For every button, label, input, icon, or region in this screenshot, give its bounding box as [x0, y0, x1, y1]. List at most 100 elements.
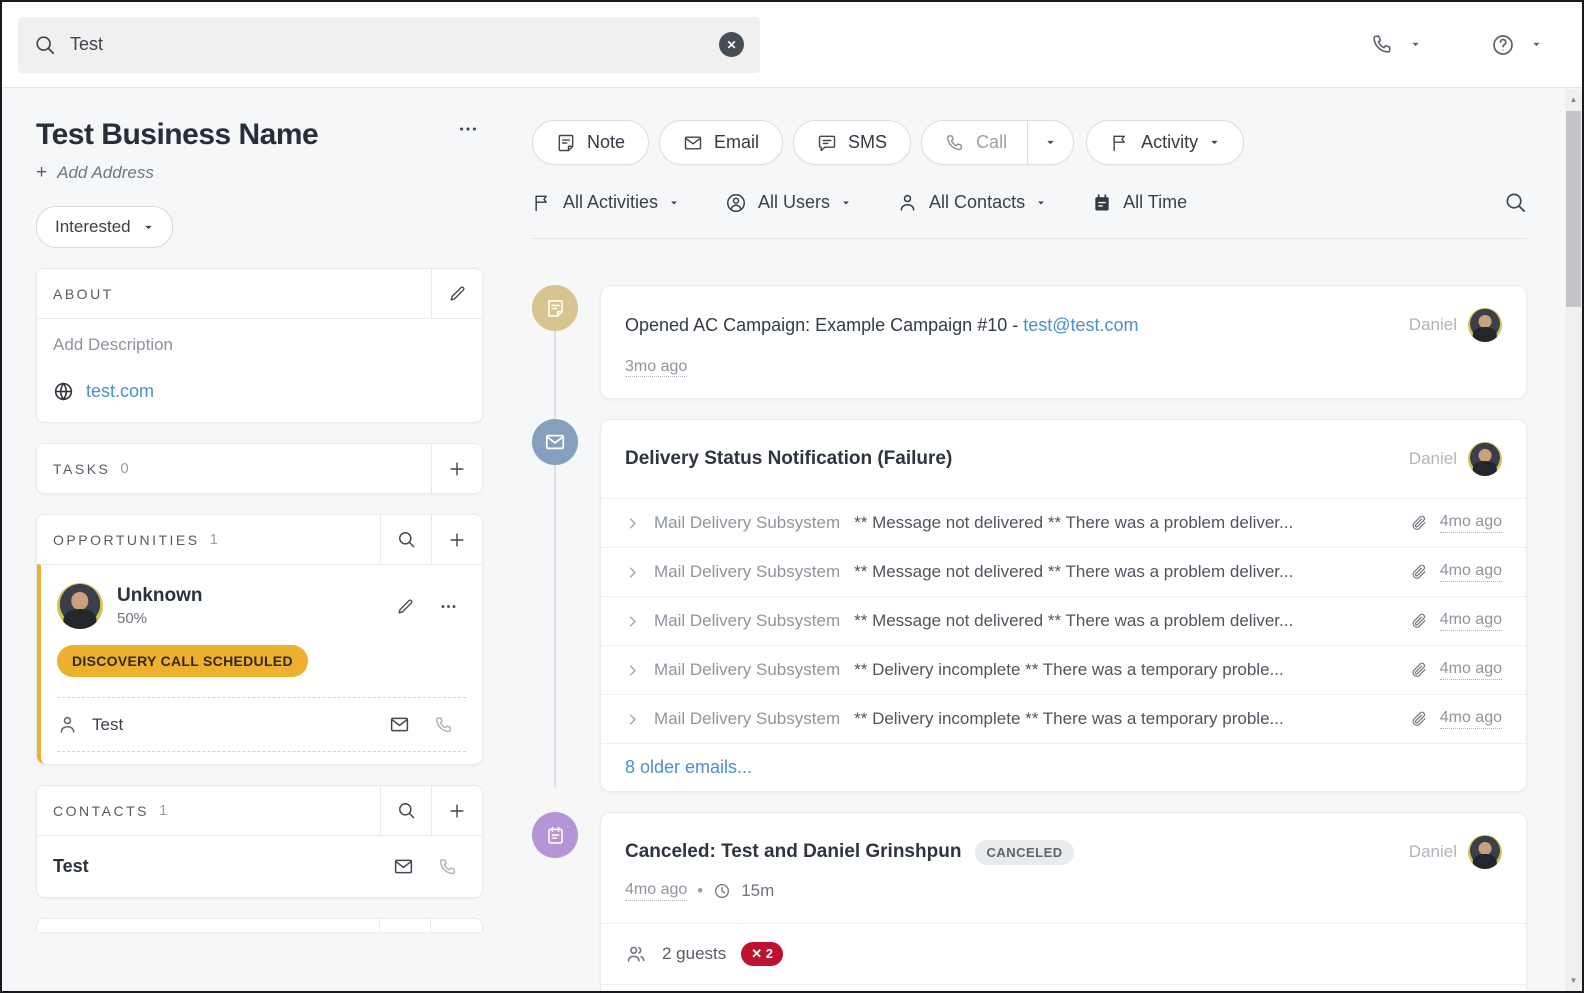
add-address-button[interactable]: + Add Address — [36, 162, 485, 184]
about-title: ABOUT — [53, 285, 114, 302]
add-note-field[interactable]: Add note... — [601, 984, 1526, 991]
edit-opportunity-button[interactable] — [396, 597, 415, 616]
opportunity-item: Unknown 50% DISCOVERY CALL SCHEDULED Tes… — [37, 564, 482, 764]
pencil-icon — [449, 286, 465, 301]
pencil-icon — [398, 598, 413, 614]
next-card-partial — [36, 918, 483, 932]
older-emails-row: 8 older emails... — [601, 743, 1526, 791]
tasks-title: TASKS — [53, 460, 111, 477]
vertical-scrollbar[interactable]: ▲ ▼ — [1565, 89, 1582, 991]
opportunity-top-row: Unknown 50% — [57, 583, 466, 629]
filter-activities-dropdown[interactable]: All Activities — [532, 192, 679, 213]
meeting-meta-row: 4mo ago • 15m — [625, 881, 1502, 901]
email-row[interactable]: Mail Delivery Subsystem ** Message not d… — [601, 596, 1526, 645]
lead-sidebar: Test Business Name + Add Address Interes… — [2, 88, 485, 991]
campaign-card[interactable]: Opened AC Campaign: Example Campaign #10… — [600, 285, 1527, 399]
global-search-input[interactable]: Test ✕ — [18, 16, 760, 73]
add-description-field[interactable]: Add Description — [53, 335, 466, 355]
meeting-title: Canceled: Test and Daniel Grinshpun — [625, 841, 962, 862]
chevron-down-icon — [1211, 140, 1218, 145]
contact-name[interactable]: Test — [92, 715, 375, 735]
search-activities-button[interactable] — [1504, 191, 1527, 214]
declined-badge: ✕ 2 — [741, 942, 783, 966]
email-row[interactable]: Mail Delivery Subsystem ** Message not d… — [601, 498, 1526, 547]
email-row[interactable]: Mail Delivery Subsystem ** Message not d… — [601, 547, 1526, 596]
note-icon — [558, 134, 574, 151]
opportunity-more-button[interactable] — [439, 597, 458, 616]
email-contact-button[interactable] — [393, 856, 414, 877]
filter-time-dropdown[interactable]: All Time — [1092, 192, 1187, 213]
envelope-icon — [394, 859, 413, 874]
activity-panel: Note Email SMS Call Activity All Activit… — [485, 88, 1582, 991]
scroll-up-arrow[interactable]: ▲ — [1565, 91, 1582, 108]
feed-item-meeting: Canceled: Test and Daniel Grinshpun CANC… — [532, 812, 1527, 991]
phone-icon — [439, 858, 455, 874]
paperclip-icon — [1412, 613, 1426, 628]
email-sender: Mail Delivery Subsystem — [654, 562, 841, 581]
email-row[interactable]: Mail Delivery Subsystem ** Delivery inco… — [601, 645, 1526, 694]
search-opportunities-button[interactable] — [380, 515, 431, 564]
call-button-label: Call — [976, 132, 1008, 152]
older-emails-link[interactable]: 8 older emails... — [625, 757, 752, 777]
search-contacts-button[interactable] — [380, 786, 431, 835]
note-button[interactable]: Note — [532, 120, 650, 165]
guests-row[interactable]: 2 guests ✕ 2 — [601, 923, 1526, 984]
envelope-icon — [545, 434, 565, 450]
contacts-title: CONTACTS — [53, 802, 149, 819]
email-button-label: Email — [714, 132, 760, 152]
add-task-button[interactable] — [431, 444, 482, 493]
activity-feed: Opened AC Campaign: Example Campaign #10… — [532, 239, 1527, 991]
feed-item-email-thread: Delivery Status Notification (Failure) D… — [532, 419, 1527, 792]
edit-about-button[interactable] — [431, 269, 482, 318]
phone-icon — [1373, 35, 1391, 53]
call-options-button[interactable] — [1027, 121, 1073, 164]
email-time: 4mo ago — [1439, 709, 1502, 729]
call-button[interactable]: Call — [922, 121, 1027, 164]
lead-status-dropdown[interactable]: Interested — [36, 206, 173, 248]
meeting-header[interactable]: Canceled: Test and Daniel Grinshpun CANC… — [601, 813, 1526, 923]
activity-button[interactable]: Activity — [1086, 120, 1245, 165]
tasks-count: 0 — [120, 460, 129, 477]
chevron-down-icon — [144, 225, 152, 229]
email-sender: Mail Delivery Subsystem — [654, 513, 841, 532]
scrollbar-thumb[interactable] — [1566, 111, 1581, 307]
canceled-badge: CANCELED — [975, 839, 1074, 865]
add-opportunity-button[interactable] — [431, 515, 482, 564]
sms-button[interactable]: SMS — [793, 120, 912, 165]
contact-item: Test — [37, 835, 482, 897]
email-snippet: ** Message not delivered ** There was a … — [854, 562, 1294, 581]
filter-users-dropdown[interactable]: All Users — [725, 192, 851, 214]
call-contact-button[interactable] — [434, 715, 454, 735]
note-activity-icon — [532, 285, 578, 331]
company-more-button[interactable] — [457, 118, 479, 140]
filter-contacts-dropdown[interactable]: All Contacts — [897, 192, 1046, 213]
campaign-email-link[interactable]: test@test.com — [1023, 315, 1138, 335]
activity-button-label: Activity — [1141, 132, 1199, 152]
meeting-card: Canceled: Test and Daniel Grinshpun CANC… — [600, 812, 1527, 991]
contact-name[interactable]: Test — [53, 856, 393, 877]
top-bar: Test ✕ — [2, 2, 1582, 88]
add-contact-button[interactable] — [431, 786, 482, 835]
website-link[interactable]: test.com — [86, 381, 154, 402]
phone-menu[interactable] — [1371, 33, 1421, 56]
email-row[interactable]: Mail Delivery Subsystem ** Delivery inco… — [601, 694, 1526, 743]
user-name: Daniel — [1408, 449, 1457, 468]
help-menu[interactable] — [1491, 33, 1542, 57]
email-button[interactable]: Email — [659, 120, 784, 165]
email-thread-title: Delivery Status Notification (Failure) — [625, 448, 953, 469]
chevron-down-icon — [1533, 42, 1540, 47]
add-address-label: Add Address — [57, 163, 154, 182]
scroll-down-arrow[interactable]: ▼ — [1565, 972, 1582, 989]
search-value[interactable]: Test — [70, 34, 705, 55]
guests-count: 2 guests — [662, 944, 727, 963]
ellipsis-icon — [460, 127, 476, 131]
call-contact-button[interactable] — [438, 857, 458, 877]
content-area: Test Business Name + Add Address Interes… — [2, 88, 1582, 991]
clear-search-button[interactable]: ✕ — [719, 32, 744, 57]
opportunity-status-badge[interactable]: DISCOVERY CALL SCHEDULED — [57, 645, 308, 677]
calendar-icon — [547, 826, 563, 844]
email-contact-button[interactable] — [389, 714, 410, 735]
help-icon — [1493, 34, 1513, 55]
person-icon — [60, 716, 75, 733]
feed-icon-col — [532, 285, 600, 399]
